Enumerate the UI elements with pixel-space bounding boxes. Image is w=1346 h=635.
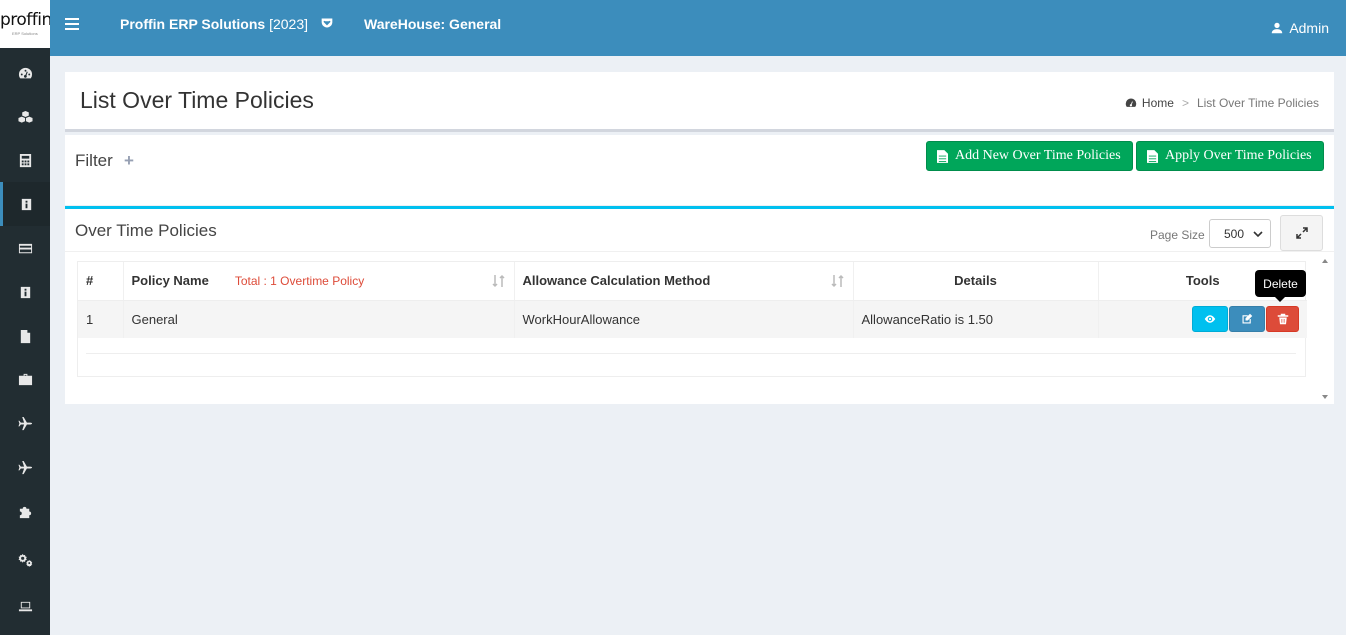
cubes-icon bbox=[17, 110, 33, 123]
sidebar-item-devices[interactable] bbox=[0, 584, 50, 628]
column-method-label: Allowance Calculation Method bbox=[522, 273, 711, 289]
plane-icon bbox=[17, 460, 32, 474]
user-menu[interactable]: Admin bbox=[1271, 20, 1329, 36]
calculator-icon bbox=[19, 153, 31, 167]
warehouse-label[interactable]: WareHouse: General bbox=[364, 16, 501, 32]
chevron-down-icon bbox=[1253, 230, 1263, 237]
logo-subtitle: ERP Solutions bbox=[12, 31, 38, 36]
breadcrumb-separator: > bbox=[1181, 96, 1189, 110]
total-count-note: Total : 1 Overtime Policy bbox=[234, 274, 365, 289]
delete-button[interactable] bbox=[1266, 306, 1299, 333]
sidebar-item-documents[interactable] bbox=[0, 314, 50, 358]
laptop-icon bbox=[18, 601, 32, 611]
column-method[interactable]: Allowance Calculation Method bbox=[514, 262, 854, 301]
app-name: Proffin ERP Solutions bbox=[120, 16, 266, 32]
expand-icon bbox=[1295, 227, 1308, 239]
edit-button[interactable] bbox=[1229, 306, 1265, 333]
info-icon bbox=[21, 198, 32, 210]
divider bbox=[65, 251, 1334, 252]
sidebar-item-dashboard[interactable] bbox=[0, 51, 50, 95]
column-index: # bbox=[78, 262, 124, 301]
credit-card-icon bbox=[18, 243, 32, 253]
dashboard-icon bbox=[18, 67, 32, 78]
cell-index: 1 bbox=[78, 300, 124, 338]
sort-icon[interactable] bbox=[491, 274, 506, 288]
file-icon bbox=[1147, 149, 1158, 163]
cell-policy-name: General bbox=[123, 300, 515, 338]
sidebar-item-travel-2[interactable] bbox=[0, 445, 50, 489]
cell-method: WorkHourAllowance bbox=[514, 300, 854, 338]
cell-tools bbox=[1098, 300, 1307, 338]
sidebar-item-settings[interactable] bbox=[0, 537, 50, 581]
sidebar-item-projects[interactable] bbox=[0, 357, 50, 401]
sidebar-item-inventory[interactable] bbox=[0, 95, 50, 139]
breadcrumb: Home > List Over Time Policies bbox=[1125, 96, 1319, 110]
table-header-row: # Policy Name Total : 1 Overtime Policy A… bbox=[78, 262, 1307, 301]
info-icon bbox=[20, 286, 30, 298]
pocket-icon[interactable] bbox=[320, 16, 334, 30]
scroll-up-icon[interactable] bbox=[1322, 258, 1328, 264]
add-policy-button[interactable]: Add New Over Time Policies bbox=[926, 141, 1133, 171]
sidebar-item-hr[interactable] bbox=[0, 182, 50, 226]
app-title[interactable]: Proffin ERP Solutions [2023] bbox=[120, 16, 308, 32]
policies-table-wrapper: # Policy Name Total : 1 Overtime Policy A… bbox=[77, 261, 1307, 377]
breadcrumb-home[interactable]: Home bbox=[1142, 96, 1174, 110]
breadcrumb-current: List Over Time Policies bbox=[1196, 96, 1319, 110]
sidebar-item-plugins[interactable] bbox=[0, 489, 50, 533]
dashboard-icon bbox=[1125, 98, 1137, 107]
user-name: Admin bbox=[1289, 20, 1329, 36]
page-size-label: Page Size bbox=[1150, 228, 1205, 242]
column-details: Details bbox=[853, 262, 1099, 301]
sidebar: proffin ERP Solutions bbox=[0, 0, 50, 635]
filter-panel: Filter + Add New Over Time Policies Appl… bbox=[65, 135, 1334, 205]
menu-toggle-icon[interactable] bbox=[65, 18, 79, 32]
policies-title: Over Time Policies bbox=[75, 221, 217, 240]
brand-logo[interactable]: proffin ERP Solutions bbox=[0, 0, 50, 48]
filter-title: Filter bbox=[75, 151, 113, 170]
app-year: [2023] bbox=[269, 16, 309, 32]
cogs-icon bbox=[18, 553, 32, 567]
cell-details: AllowanceRatio is 1.50 bbox=[853, 300, 1099, 338]
apply-policy-button[interactable]: Apply Over Time Policies bbox=[1136, 141, 1324, 171]
scroll-down-icon[interactable] bbox=[1322, 394, 1328, 400]
page-header-box: List Over Time Policies Home > List Over… bbox=[65, 72, 1334, 132]
sort-icon[interactable] bbox=[830, 274, 845, 288]
page-title: List Over Time Policies bbox=[80, 87, 314, 113]
tooltip-arrow bbox=[1275, 297, 1285, 302]
edit-icon bbox=[1242, 314, 1253, 324]
eye-icon bbox=[1204, 315, 1216, 323]
filter-expand-button[interactable]: + bbox=[124, 151, 134, 171]
sidebar-item-info[interactable] bbox=[0, 270, 50, 314]
top-header: Proffin ERP Solutions [2023] WareHouse: … bbox=[50, 0, 1346, 56]
table-footer-line bbox=[86, 353, 1296, 354]
user-icon bbox=[1272, 22, 1283, 34]
page-size-select[interactable]: 500 bbox=[1209, 219, 1271, 248]
plane-icon bbox=[17, 416, 32, 430]
column-policy-name[interactable]: Policy Name Total : 1 Overtime Policy bbox=[123, 262, 515, 301]
file-icon bbox=[937, 149, 948, 163]
policies-table: # Policy Name Total : 1 Overtime Policy A… bbox=[78, 262, 1307, 338]
page-size-value: 500 bbox=[1224, 226, 1245, 241]
sidebar-item-travel[interactable] bbox=[0, 401, 50, 445]
table-row[interactable]: 1 General WorkHourAllowance AllowanceRat… bbox=[78, 300, 1307, 338]
logo-text: proffin bbox=[0, 10, 50, 30]
puzzle-icon bbox=[19, 506, 31, 518]
sidebar-item-accounts[interactable] bbox=[0, 138, 50, 182]
apply-policy-label: Apply Over Time Policies bbox=[1165, 148, 1312, 163]
fullscreen-button[interactable] bbox=[1280, 215, 1323, 251]
delete-tooltip: Delete bbox=[1255, 270, 1306, 297]
briefcase-icon bbox=[18, 373, 32, 385]
view-button[interactable] bbox=[1192, 306, 1228, 333]
sidebar-item-payments[interactable] bbox=[0, 226, 50, 270]
policies-panel: Over Time Policies Page Size 500 # Polic… bbox=[65, 206, 1334, 404]
file-icon bbox=[20, 329, 30, 343]
trash-icon bbox=[1277, 314, 1288, 325]
add-policy-label: Add New Over Time Policies bbox=[955, 148, 1121, 163]
column-policy-name-label: Policy Name bbox=[131, 273, 209, 289]
